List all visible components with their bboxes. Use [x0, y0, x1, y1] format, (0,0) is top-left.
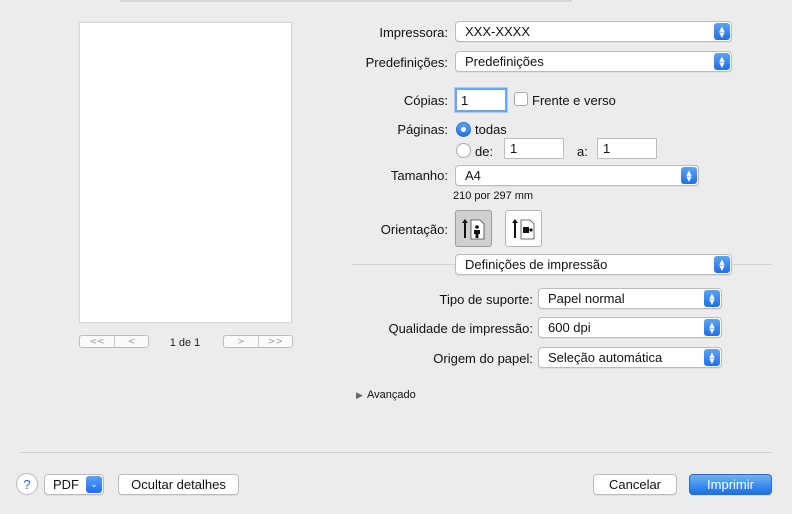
presets-label: Predefinições: [365, 55, 448, 70]
cancel-label: Cancelar [608, 477, 662, 492]
cancel-button[interactable]: Cancelar [593, 474, 677, 495]
hide-details-label: Ocultar detalhes [131, 477, 226, 492]
copies-field[interactable]: 1 [455, 88, 507, 112]
chevron-left-icon: < [127, 336, 136, 347]
question-mark-icon: ? [23, 476, 31, 492]
duplex-label: Frente e verso [532, 93, 616, 108]
duplex-checkbox[interactable] [514, 92, 528, 106]
landscape-orientation-button[interactable] [505, 210, 542, 247]
pages-from-label: de: [475, 144, 494, 159]
preview-back-nav: << < [79, 335, 149, 348]
pages-from-value: 1 [510, 141, 518, 156]
chevron-down-icon: ⌄ [86, 476, 102, 493]
popup-arrows-icon: ▲ ▼ [704, 290, 720, 307]
orientation-label: Orientação: [380, 222, 448, 237]
page-indicator: 1 de 1 [169, 337, 201, 349]
preview-forward-nav: > >> [223, 335, 293, 348]
chevron-right-icon: > [237, 336, 245, 347]
paper-dimensions: 210 por 297 mm [453, 190, 534, 202]
first-page-button[interactable]: << [80, 336, 114, 347]
help-button[interactable]: ? [16, 473, 38, 495]
last-page-button[interactable]: >> [258, 336, 292, 347]
section-popup[interactable]: Definições de impressão ▲ ▼ [455, 254, 732, 275]
pdf-label: PDF [53, 477, 79, 492]
paper-source-label: Origem do papel: [433, 351, 533, 366]
print-quality-value: 600 dpi [548, 320, 591, 335]
double-chevron-left-icon: << [89, 336, 105, 347]
portrait-orientation-icon [461, 218, 484, 239]
popup-arrows-icon: ▲ ▼ [714, 53, 730, 70]
pages-to-field[interactable]: 1 [597, 138, 657, 159]
section-popup-value: Definições de impressão [465, 257, 608, 272]
print-button[interactable]: Imprimir [689, 474, 772, 495]
popup-arrows-icon: ▲ ▼ [704, 349, 720, 366]
presets-popup[interactable]: Predefinições ▲ ▼ [455, 51, 732, 72]
disclosure-triangle-icon[interactable]: ▶ [356, 391, 363, 401]
pages-range-radio[interactable] [456, 143, 471, 158]
copies-value: 1 [461, 92, 469, 108]
pages-to-label: a: [577, 144, 588, 159]
popup-arrows-icon: ▲ ▼ [681, 167, 697, 184]
pdf-menu-button[interactable]: PDF ⌄ [44, 474, 104, 495]
footer-divider [20, 452, 772, 453]
paper-size-value: A4 [465, 168, 481, 183]
sheet-top-edge [120, 0, 572, 2]
previous-page-button[interactable]: < [114, 336, 148, 347]
landscape-orientation-icon [511, 218, 534, 239]
double-chevron-right-icon: >> [267, 336, 284, 347]
pages-all-radio[interactable] [456, 122, 471, 137]
print-quality-popup[interactable]: 600 dpi ▲ ▼ [538, 317, 722, 338]
next-page-button[interactable]: > [224, 336, 258, 347]
printer-popup[interactable]: XXX-XXXX ▲ ▼ [455, 21, 732, 42]
paper-source-popup[interactable]: Seleção automática ▲ ▼ [538, 347, 722, 368]
printer-value: XXX-XXXX [465, 24, 531, 39]
pages-all-label: todas [475, 122, 507, 137]
portrait-orientation-button[interactable] [455, 210, 492, 247]
paper-size-label: Tamanho: [390, 168, 448, 183]
pages-label: Páginas: [397, 122, 448, 137]
popup-arrows-icon: ▲ ▼ [714, 23, 730, 40]
print-label: Imprimir [707, 477, 754, 492]
paper-source-value: Seleção automática [548, 350, 663, 365]
advanced-label[interactable]: Avançado [367, 389, 416, 401]
media-type-popup[interactable]: Papel normal ▲ ▼ [538, 288, 722, 309]
print-quality-label: Qualidade de impressão: [388, 321, 533, 336]
hide-details-button[interactable]: Ocultar detalhes [118, 474, 239, 495]
popup-arrows-icon: ▲ ▼ [704, 319, 720, 336]
print-preview-page [79, 22, 292, 323]
pages-to-value: 1 [603, 141, 611, 156]
printer-label: Impressora: [379, 25, 448, 40]
media-type-label: Tipo de suporte: [439, 292, 533, 307]
copies-label: Cópias: [403, 93, 448, 108]
pages-from-field[interactable]: 1 [504, 138, 564, 159]
media-type-value: Papel normal [548, 291, 625, 306]
paper-size-popup[interactable]: A4 ▲ ▼ [455, 165, 699, 186]
popup-arrows-icon: ▲ ▼ [714, 256, 730, 273]
presets-value: Predefinições [465, 54, 544, 69]
